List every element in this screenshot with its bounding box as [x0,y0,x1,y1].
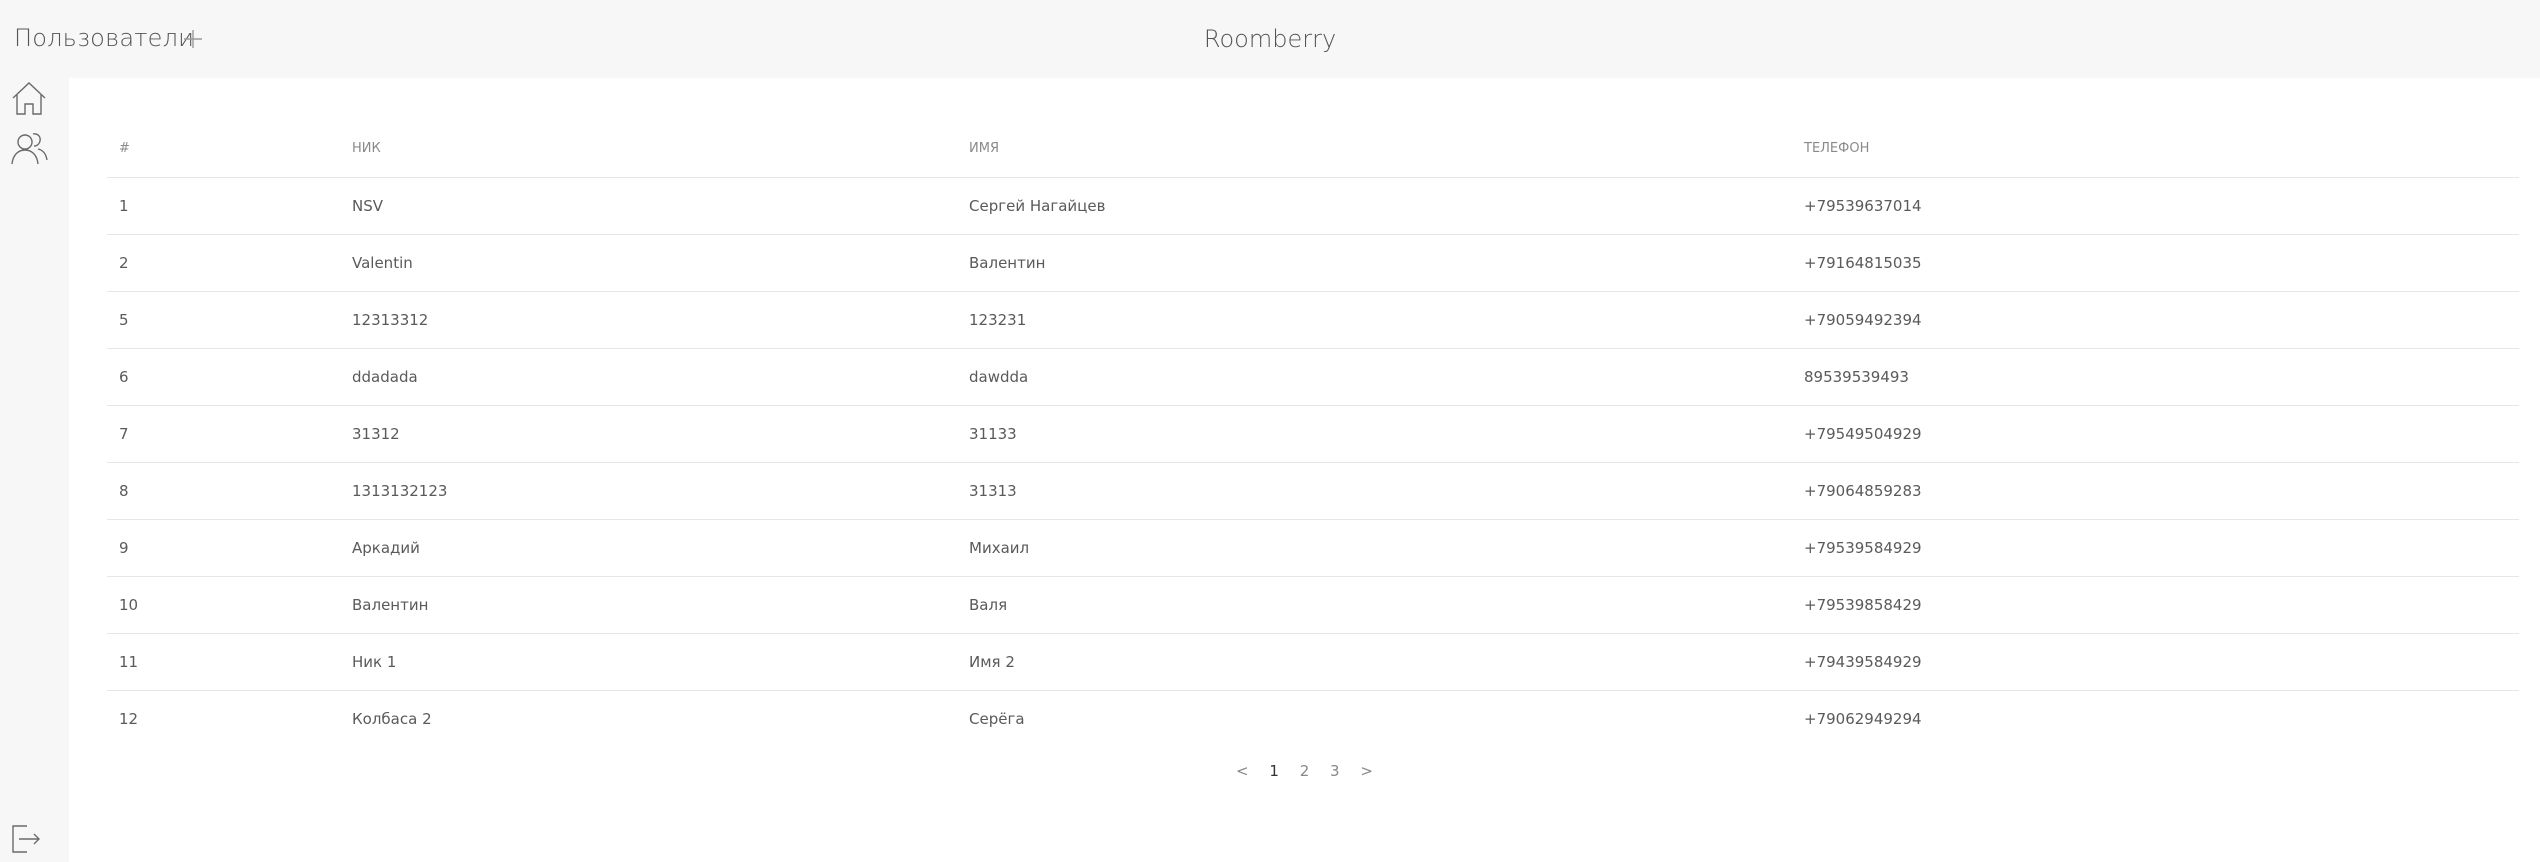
cell-phone: +79549504929 [1792,405,2519,463]
cell-phone: +79539637014 [1792,177,2519,235]
cell-id: 11 [107,633,340,691]
cell-name: Валя [957,576,1792,634]
cell-phone: +79539858429 [1792,576,2519,634]
table-row[interactable]: 9 Аркадий Михаил +79539584929 [107,519,2519,577]
column-header-phone: ТЕЛЕФОН [1792,120,2519,178]
cell-id: 8 [107,462,340,520]
pagination-next[interactable]: > [1360,762,1373,780]
cell-id: 2 [107,234,340,292]
table-row[interactable]: 2 Valentin Валентин +79164815035 [107,234,2519,292]
cell-nick: Ник 1 [340,633,957,691]
column-header-id: # [107,120,340,178]
cell-phone: +79064859283 [1792,462,2519,520]
table-row[interactable]: 11 Ник 1 Имя 2 +79439584929 [107,633,2519,691]
pagination-page-2[interactable]: 2 [1300,762,1310,780]
cell-nick: Аркадий [340,519,957,577]
cell-phone: +79439584929 [1792,633,2519,691]
cell-name: dawdda [957,348,1792,406]
cell-nick: Valentin [340,234,957,292]
cell-name: 123231 [957,291,1792,349]
cell-phone: +79164815035 [1792,234,2519,292]
cell-id: 6 [107,348,340,406]
table-row[interactable]: 6 ddadada dawdda 89539539493 [107,348,2519,406]
cell-name: Валентин [957,234,1792,292]
cell-id: 1 [107,177,340,235]
table-row[interactable]: 10 Валентин Валя +79539858429 [107,576,2519,634]
cell-name: 31313 [957,462,1792,520]
cell-phone: 89539539493 [1792,348,2519,406]
cell-id: 5 [107,291,340,349]
table-row[interactable]: 1 NSV Сергей Нагайцев +79539637014 [107,177,2519,235]
cell-nick: 1313132123 [340,462,957,520]
top-bar: Пользователи Roomberry [0,0,2540,78]
cell-nick: Колбаса 2 [352,710,432,728]
logout-icon [12,825,40,853]
table-row[interactable]: 5 12313312 123231 +79059492394 [107,291,2519,349]
pagination-page-3[interactable]: 3 [1330,762,1340,780]
column-header-name: ИМЯ [957,120,1792,178]
column-header-nick: НИК [340,120,957,178]
cell-name: Имя 2 [957,633,1792,691]
table-row[interactable]: 12 Колбаса 2 Серёга +79062949294 [107,691,2519,748]
users-table: # НИК ИМЯ ТЕЛЕФОН 1 NSV Сергей Нагайцев … [107,120,2519,747]
cell-nick: Валентин [340,576,957,634]
table-row[interactable]: 7 31312 31133 +79549504929 [107,405,2519,463]
cell-name: Серёга [969,710,1025,728]
cell-nick: NSV [340,177,957,235]
cell-id: 10 [107,576,340,634]
cell-name: Михаил [957,519,1792,577]
table-header-row: # НИК ИМЯ ТЕЛЕФОН [107,120,2519,178]
cell-phone: +79062949294 [1804,710,1922,728]
pagination-page-1[interactable]: 1 [1269,762,1279,780]
cell-phone: +79059492394 [1792,291,2519,349]
cell-name: 31133 [957,405,1792,463]
sidebar-item-home[interactable] [9,78,49,118]
app-title: Roomberry [1203,25,1337,53]
cell-id: 9 [107,519,340,577]
cell-nick: ddadada [340,348,957,406]
sidebar-item-users[interactable] [9,128,49,168]
users-icon [11,133,48,165]
cell-phone: +79539584929 [1792,519,2519,577]
home-icon [12,82,46,115]
pagination-prev[interactable]: < [1236,762,1249,780]
cell-name: Сергей Нагайцев [957,177,1792,235]
cell-id: 12 [119,710,139,728]
cell-nick: 12313312 [340,291,957,349]
pagination: < 1 2 3 > [69,762,2540,780]
main-content: # НИК ИМЯ ТЕЛЕФОН 1 NSV Сергей Нагайцев … [69,78,2540,862]
table-row[interactable]: 8 1313132123 31313 +79064859283 [107,462,2519,520]
cell-id: 7 [107,405,340,463]
cell-nick: 31312 [340,405,957,463]
sidebar [0,78,69,862]
sidebar-item-logout[interactable] [9,822,43,856]
